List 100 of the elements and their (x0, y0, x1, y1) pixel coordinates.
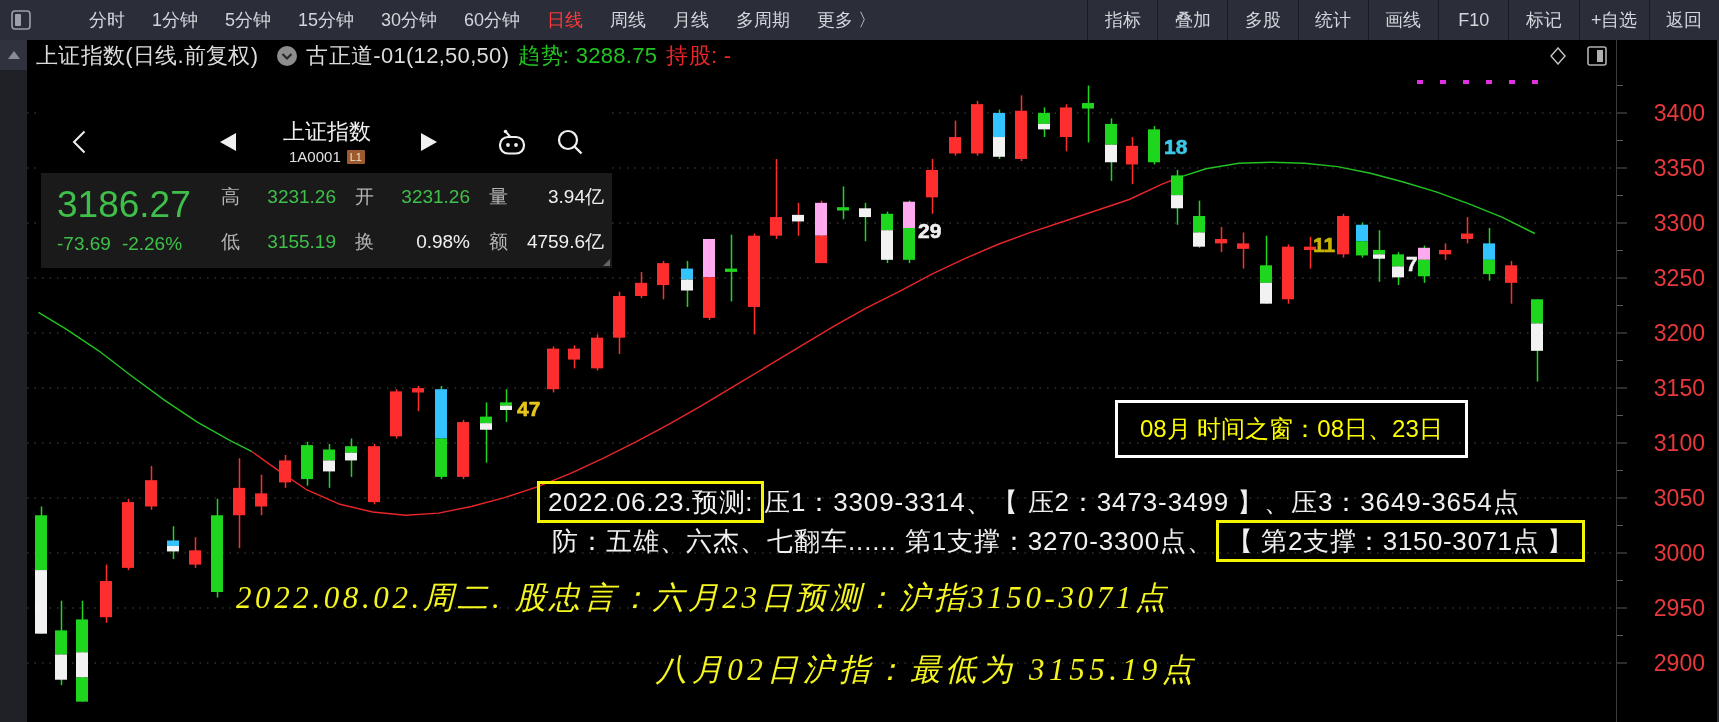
robot-icon[interactable] (498, 128, 526, 155)
more-menu-button[interactable]: 更多 〉 (816, 6, 878, 34)
candle-count-label: 47 (517, 397, 541, 420)
candlestick (1483, 227, 1495, 282)
candlestick (1060, 103, 1072, 153)
price-axis-label: 3250 (1653, 265, 1705, 291)
period-tab[interactable]: 60分钟 (463, 6, 522, 34)
candlestick (1461, 216, 1473, 245)
candlestick (480, 401, 492, 464)
candle-count-label: 29 (918, 219, 942, 242)
forecast-date-label: 2022.06.23.预测: (537, 481, 764, 523)
candlestick (1126, 136, 1138, 185)
candlestick (1015, 94, 1027, 162)
period-tab[interactable]: 5分钟 (224, 6, 273, 34)
candlestick (1215, 226, 1227, 253)
next-arrow-icon[interactable] (421, 132, 437, 151)
candlestick (390, 388, 402, 440)
resize-grip-icon[interactable] (603, 259, 610, 266)
candlestick (1260, 234, 1272, 305)
candlestick (1304, 236, 1316, 270)
candlestick (1373, 229, 1385, 283)
up-triangle-icon (7, 51, 20, 59)
candlestick (725, 233, 737, 303)
stat-value: 3.94亿 (548, 185, 604, 209)
candlestick (145, 465, 157, 511)
price-axis-label: 3100 (1653, 430, 1705, 456)
stat-value: 0.98% (416, 231, 470, 253)
search-icon[interactable] (557, 128, 583, 155)
candlestick (1082, 84, 1094, 144)
price-axis-label: 2900 (1653, 650, 1705, 676)
candlestick (323, 443, 335, 489)
price-axis-label: 3300 (1653, 210, 1705, 236)
candlestick (547, 345, 559, 394)
candlestick (1237, 231, 1249, 270)
stat-label: 低 (221, 230, 240, 254)
stat-value: 3155.19 (267, 231, 336, 253)
candlestick (792, 202, 804, 237)
candlestick (1337, 213, 1349, 259)
candlestick (345, 437, 357, 478)
candlestick (1148, 125, 1160, 166)
candlestick (301, 441, 313, 487)
indicator-name: 古正道-01(12,50,50) (306, 42, 510, 70)
previous-arrow-icon[interactable] (220, 132, 236, 151)
stat-label: 额 (489, 230, 508, 254)
candlestick (1505, 260, 1517, 305)
candlestick (881, 210, 893, 264)
period-tab[interactable]: 周线 (609, 6, 648, 34)
candlestick (1282, 243, 1294, 305)
back-chevron-icon[interactable] (72, 129, 86, 154)
level-badge: L1 (346, 149, 365, 164)
candlestick (1038, 106, 1050, 138)
candlestick (1356, 221, 1368, 259)
stat-label: 开 (355, 185, 374, 209)
period-tab[interactable]: 15分钟 (297, 6, 356, 34)
price-axis-label: 3200 (1653, 320, 1705, 346)
candlestick (681, 260, 693, 308)
candlestick (412, 385, 424, 412)
candlestick (993, 108, 1005, 160)
sidebar-toggle-icon[interactable] (11, 10, 31, 30)
stat-label: 高 (221, 185, 240, 209)
period-tab[interactable]: 1分钟 (151, 6, 199, 34)
candlestick (926, 158, 938, 215)
candlestick (1105, 117, 1117, 182)
stat-label: 换 (355, 230, 374, 254)
period-tab[interactable]: 分时 (88, 6, 126, 34)
candlestick (457, 419, 469, 480)
candlestick (613, 290, 625, 355)
candlestick (635, 271, 647, 299)
time-window-note: 08月 时间之窗：08日、23日 (1115, 400, 1468, 458)
panel-toggle-icon[interactable] (1587, 46, 1607, 66)
stock-code: 1A0001 (289, 148, 341, 165)
candle-count-label: 11 (1313, 233, 1336, 256)
candlestick (500, 388, 512, 423)
candlestick (971, 100, 983, 157)
diamond-icon[interactable] (1550, 47, 1566, 65)
key-support-label: 【 第2支撑：3150-3071点 】 (1215, 520, 1585, 562)
candlestick (100, 563, 112, 624)
candlestick (657, 260, 669, 301)
candle-count-label: 7 (1406, 252, 1418, 275)
commentary-text: 2022.08.02.周二. 股忠言：六月23日预测：沪指3150-3071点 (236, 579, 1170, 616)
candlestick (167, 525, 179, 560)
price-axis-label: 3150 (1653, 375, 1705, 401)
price-change: -73.69 (57, 233, 111, 255)
candlestick (568, 344, 580, 370)
period-tab[interactable]: 30分钟 (380, 6, 439, 34)
stat-label: 量 (489, 185, 508, 209)
collapse-button[interactable] (0, 40, 27, 70)
candlestick (189, 536, 201, 569)
candlestick (903, 199, 915, 264)
candlestick (1171, 169, 1183, 226)
period-tab[interactable]: 月线 (672, 6, 711, 34)
percent-change: -2.26% (121, 233, 183, 255)
period-tab[interactable]: 日线 (546, 6, 585, 34)
period-tab[interactable]: 多周期 (735, 6, 792, 34)
price-axis-label: 3350 (1653, 155, 1705, 181)
trend-value: 趋势: 3288.75 (518, 42, 658, 70)
commentary-text: 八月02日沪指：最低为 3155.19点 (656, 651, 1198, 688)
resistance-levels: 压1：3309-3314、【 压2：3473-3499 】、压3：3649-3654点 (764, 485, 1520, 519)
candlestick (591, 333, 603, 372)
chevron-down-icon[interactable] (277, 46, 298, 66)
